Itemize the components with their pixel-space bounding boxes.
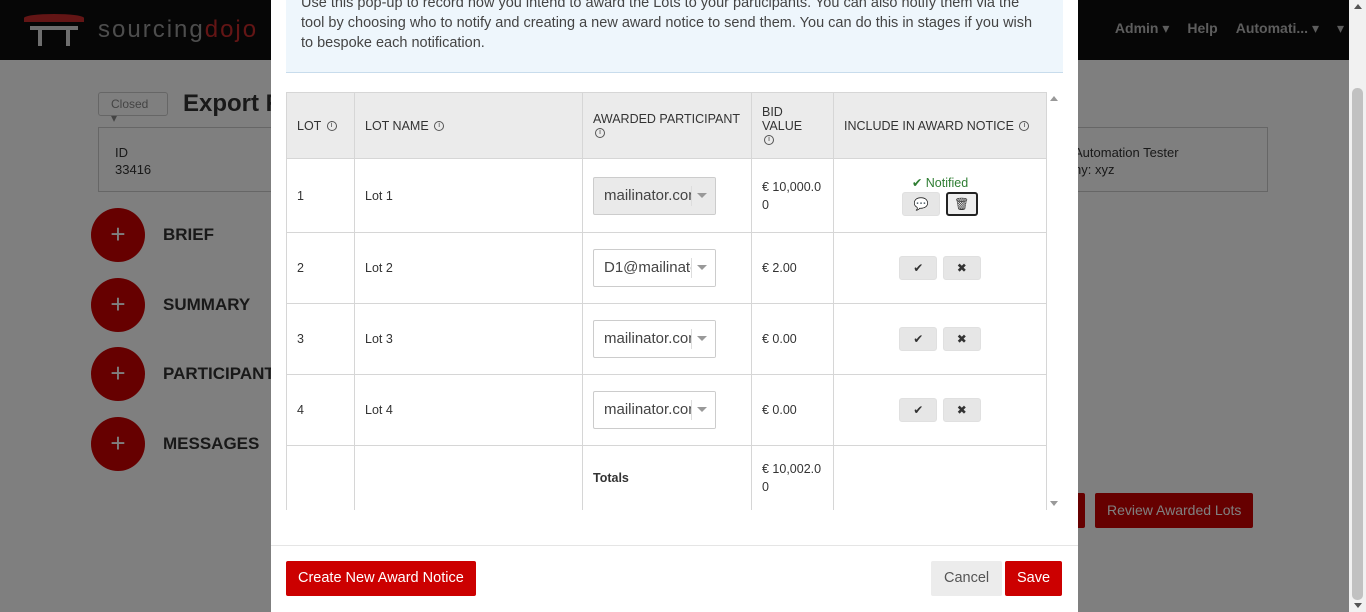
close-icon: ✖: [956, 261, 967, 275]
close-icon: ✖: [956, 403, 967, 417]
bid-value: € 10,000.0 0: [751, 158, 834, 233]
lot-name: Lot 2: [354, 232, 583, 304]
info-icon[interactable]: i: [434, 121, 445, 132]
trash-icon: 🗑: [954, 197, 970, 211]
scroll-thumb[interactable]: [1352, 88, 1363, 600]
award-table-container: LOT i LOT NAME i AWARDED PARTICIPANT i B…: [286, 92, 1061, 510]
table-row: 1 Lot 1 mailinator.com € 10,000.0 0 ✔ Not…: [286, 158, 1047, 233]
award-table: LOT i LOT NAME i AWARDED PARTICIPANT i B…: [286, 92, 1047, 510]
check-icon: ✔: [911, 176, 923, 190]
include-actions: ✔ ✖: [833, 374, 1047, 446]
scroll-up-icon[interactable]: [1354, 4, 1362, 9]
close-icon: ✖: [956, 332, 967, 346]
delete-notice-button[interactable]: 🗑: [945, 192, 978, 216]
exclude-button[interactable]: ✖: [942, 398, 981, 422]
table-row: 2 Lot 2 D1@mailinator.com € 2.00 ✔ ✖: [286, 232, 1047, 304]
include-button[interactable]: ✔: [899, 256, 938, 280]
table-scrollbar[interactable]: [1047, 92, 1061, 510]
participant-select: mailinator.com: [593, 176, 716, 215]
scroll-up-icon[interactable]: [1050, 96, 1058, 101]
exclude-button[interactable]: ✖: [942, 327, 981, 351]
include-actions: ✔ Notified 💬 🗑: [833, 158, 1047, 233]
scroll-down-icon[interactable]: [1354, 603, 1362, 608]
check-icon: ✔: [913, 403, 924, 417]
page-scrollbar[interactable]: [1349, 0, 1366, 612]
participant-select[interactable]: mailinator.com: [593, 391, 716, 429]
speech-bubble-icon: 💬: [913, 197, 929, 211]
totals-row: Totals € 10,002.0 0: [286, 445, 1047, 510]
table-row: 4 Lot 4 mailinator.com € 0.00 ✔ ✖: [286, 374, 1047, 446]
exclude-button[interactable]: ✖: [942, 256, 981, 280]
header-awarded-participant: AWARDED PARTICIPANT i: [582, 92, 752, 159]
cancel-button[interactable]: Cancel: [931, 561, 1003, 596]
bid-value: € 2.00: [751, 232, 834, 304]
lot-name: Lot 1: [354, 158, 583, 233]
lot-number: 3: [286, 303, 355, 375]
info-icon[interactable]: i: [326, 121, 337, 132]
info-alert: Use this pop-up to record how you intend…: [286, 0, 1063, 73]
info-icon[interactable]: i: [595, 128, 605, 139]
comment-button[interactable]: 💬: [902, 192, 941, 216]
participant-select[interactable]: D1@mailinator.com: [593, 249, 716, 287]
create-new-award-notice-button[interactable]: Create New Award Notice: [286, 561, 476, 596]
chevron-down-icon: [691, 392, 715, 428]
award-lots-modal: Use this pop-up to record how you intend…: [271, 0, 1078, 612]
header-lot-name: LOT NAME i: [354, 92, 583, 159]
info-icon[interactable]: i: [764, 135, 774, 146]
lot-name: Lot 3: [354, 303, 583, 375]
lot-number: 4: [286, 374, 355, 446]
chevron-down-icon: [691, 177, 715, 214]
save-button[interactable]: Save: [1005, 561, 1063, 596]
header-lot: LOT i: [286, 92, 355, 159]
check-icon: ✔: [913, 261, 924, 275]
modal-footer-divider: [271, 545, 1078, 546]
lot-number: 2: [286, 232, 355, 304]
check-icon: ✔: [913, 332, 924, 346]
scroll-down-icon[interactable]: [1050, 501, 1058, 506]
table-row: 3 Lot 3 mailinator.com € 0.00 ✔ ✖: [286, 303, 1047, 375]
notified-status: ✔ Notified: [911, 176, 969, 190]
include-actions: ✔ ✖: [833, 232, 1047, 304]
info-icon[interactable]: i: [1019, 121, 1030, 132]
include-button[interactable]: ✔: [899, 398, 938, 422]
bid-value: € 0.00: [751, 303, 834, 375]
chevron-down-icon: [691, 250, 715, 286]
bid-value: € 0.00: [751, 374, 834, 446]
totals-label: Totals: [582, 445, 752, 510]
lot-number: 1: [286, 158, 355, 233]
lot-name: Lot 4: [354, 374, 583, 446]
participant-select[interactable]: mailinator.com: [593, 320, 716, 358]
include-actions: ✔ ✖: [833, 303, 1047, 375]
header-include-in-award-notice: INCLUDE IN AWARD NOTICE i: [833, 92, 1047, 159]
chevron-down-icon: [691, 321, 715, 357]
totals-value: € 10,002.0 0: [751, 445, 834, 510]
header-bid-value: BID VALUE i: [751, 92, 834, 159]
include-button[interactable]: ✔: [899, 327, 938, 351]
